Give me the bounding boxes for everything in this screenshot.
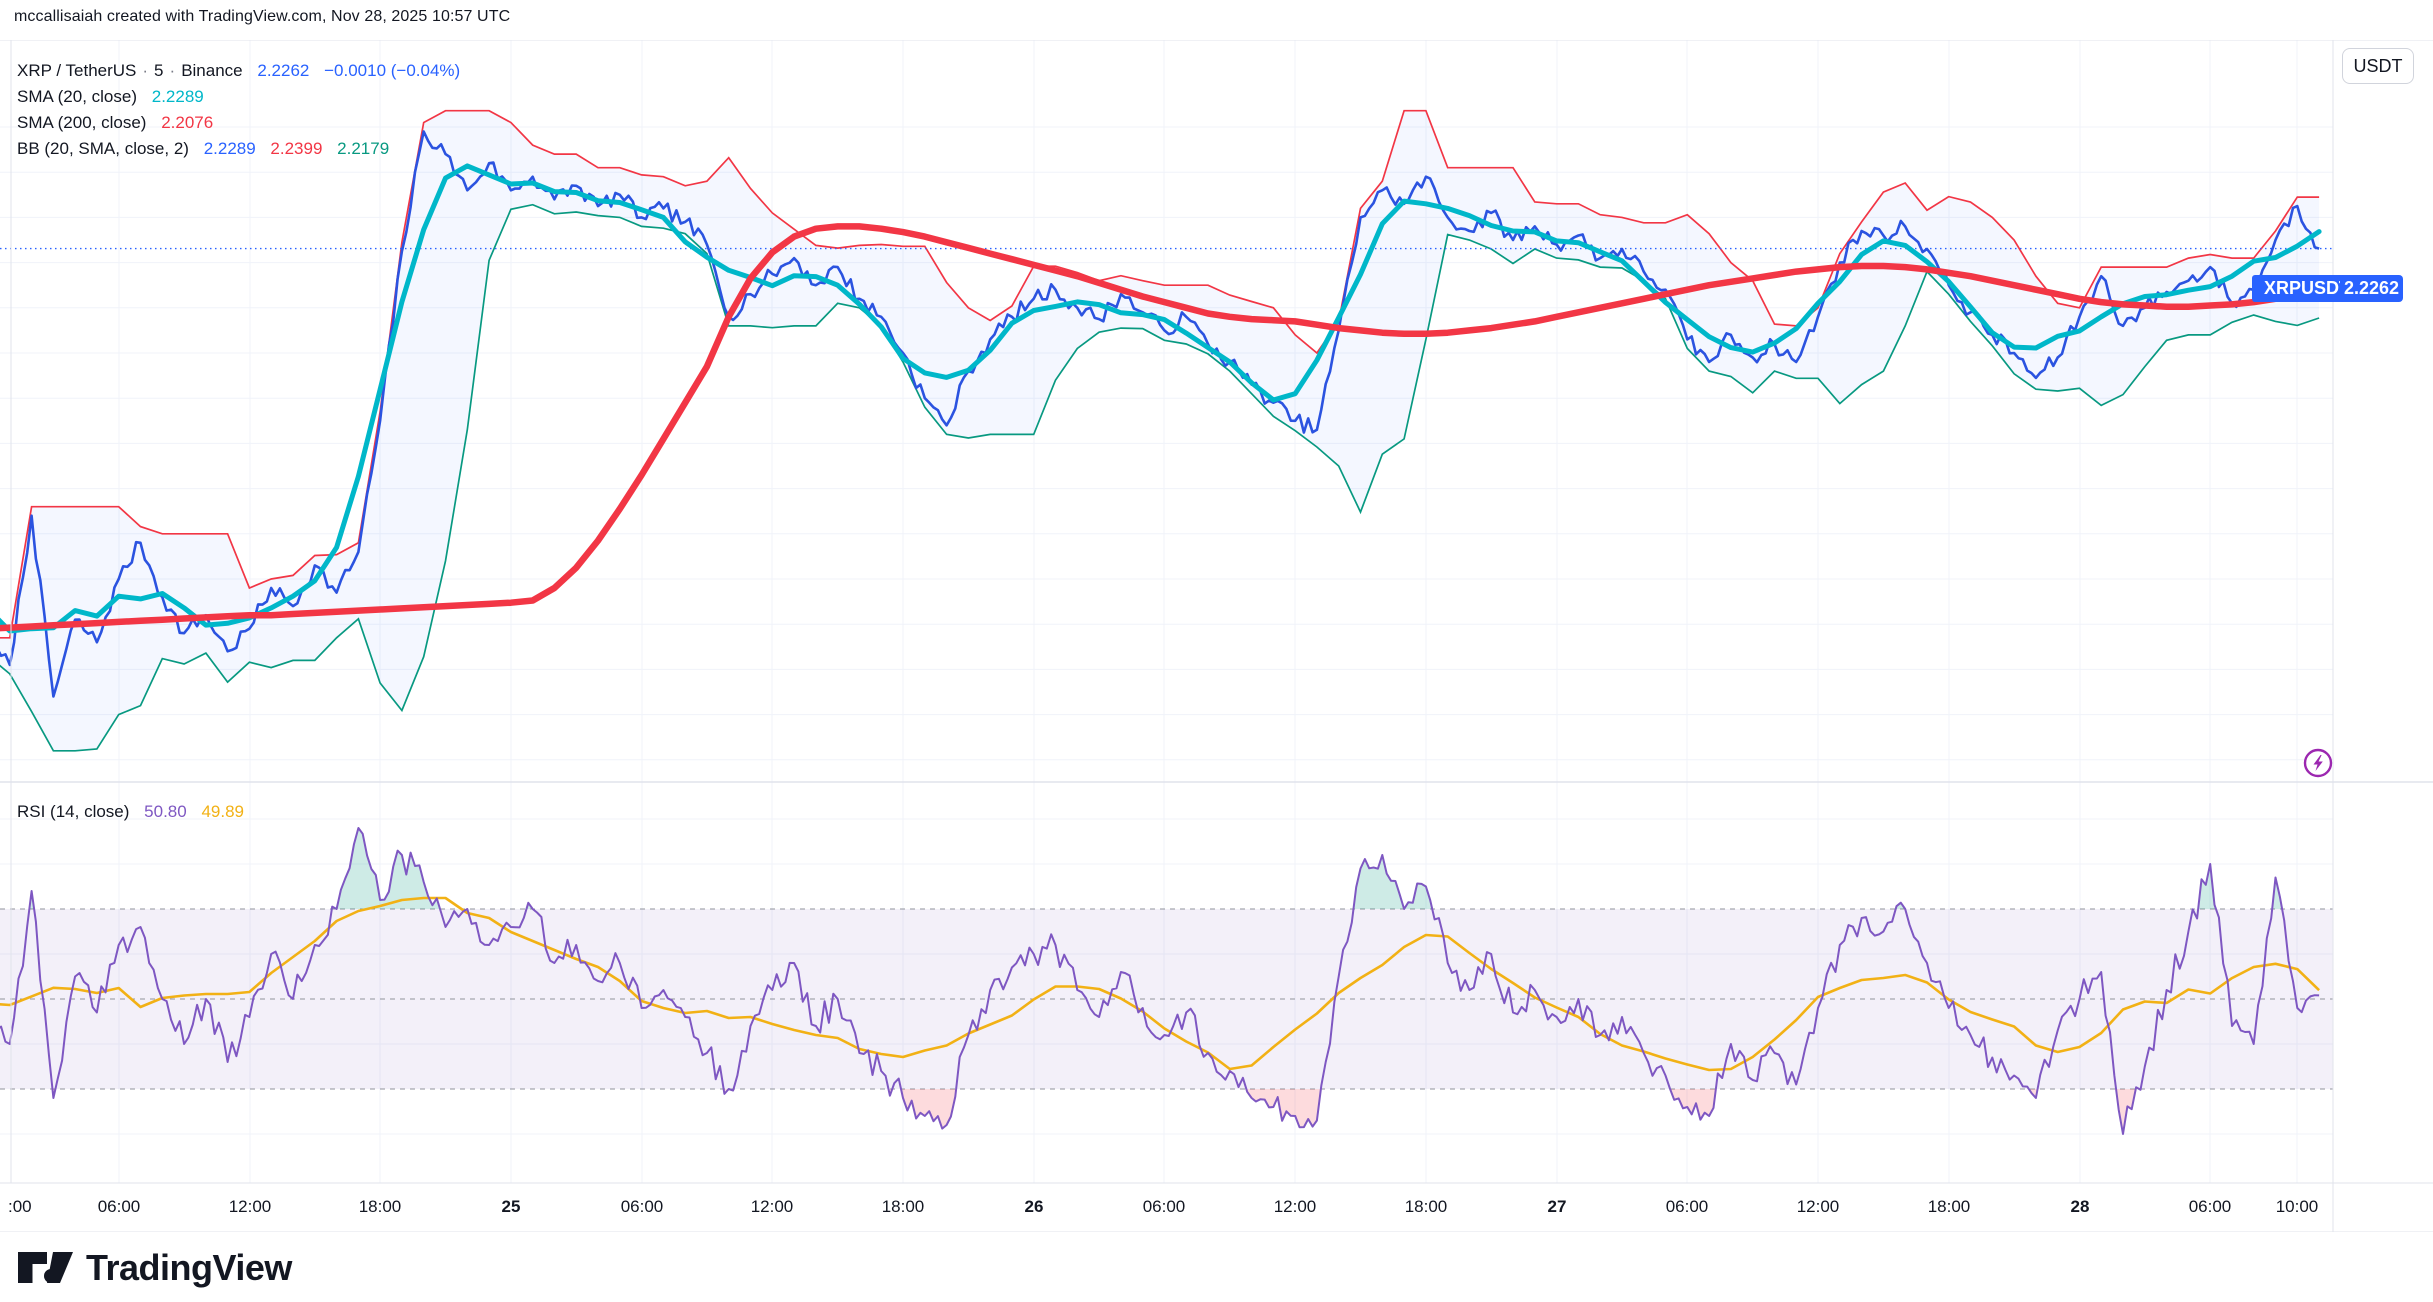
interval-label: 5: [154, 61, 163, 80]
indicator-label: RSI (14, close): [17, 802, 129, 821]
indicator-value: 2.2289: [152, 87, 204, 106]
indicator-value: 2.2179: [337, 139, 389, 158]
legend-separator: ·: [136, 61, 154, 80]
indicator-label: SMA (20, close): [17, 87, 137, 106]
legend-separator: ·: [164, 61, 182, 80]
indicator-label: SMA (200, close): [17, 113, 146, 132]
chart-area: 2.28002.26002.24002.22002.20002.18002.16…: [0, 40, 2433, 1232]
main-legend: XRP / TetherUS·5·Binance 2.2262 −0.0010 …: [17, 58, 460, 162]
symbol-name: XRP / TetherUS: [17, 61, 136, 80]
currency-unit-badge[interactable]: USDT: [2342, 48, 2414, 84]
rsi-ma-value: 49.89: [201, 802, 244, 821]
bb-fill: [0, 111, 2319, 751]
tradingview-mark-icon: [18, 1251, 74, 1285]
tradingview-logo[interactable]: TradingView: [18, 1246, 292, 1290]
indicator-row-sma200[interactable]: SMA (200, close) 2.2076: [17, 110, 460, 136]
indicator-value: 2.2289: [204, 139, 256, 158]
indicator-value: 2.2399: [270, 139, 322, 158]
lightning-icon: [2303, 748, 2333, 778]
indicator-label: BB (20, SMA, close, 2): [17, 139, 189, 158]
rsi-value: 50.80: [144, 802, 187, 821]
boost-button[interactable]: [2303, 748, 2333, 778]
price-change-value: −0.0010 (−0.04%): [324, 61, 460, 80]
time-scale[interactable]: [0, 1183, 2333, 1232]
exchange-label: Binance: [181, 61, 242, 80]
rsi-legend-row[interactable]: RSI (14, close) 50.80 49.89: [17, 802, 244, 822]
last-price-value: 2.2262: [257, 61, 309, 80]
indicator-row-bb[interactable]: BB (20, SMA, close, 2) 2.2289 2.2399 2.2…: [17, 136, 460, 162]
price-pane: [0, 111, 2333, 751]
attribution-title: mccallisaiah created with TradingView.co…: [14, 8, 510, 26]
chart-canvas[interactable]: 2.28002.26002.24002.22002.20002.18002.16…: [0, 40, 2433, 1232]
symbol-legend-row[interactable]: XRP / TetherUS·5·Binance 2.2262 −0.0010 …: [17, 58, 460, 84]
last-price-axis-badge: 2.2262: [2340, 275, 2403, 302]
indicator-value: 2.2076: [161, 113, 213, 132]
indicator-row-sma20[interactable]: SMA (20, close) 2.2289: [17, 84, 460, 110]
tradingview-chart-export: mccallisaiah created with TradingView.co…: [0, 0, 2433, 1302]
rsi-pane: [0, 786, 2333, 1183]
tradingview-logo-text: TradingView: [86, 1247, 292, 1289]
